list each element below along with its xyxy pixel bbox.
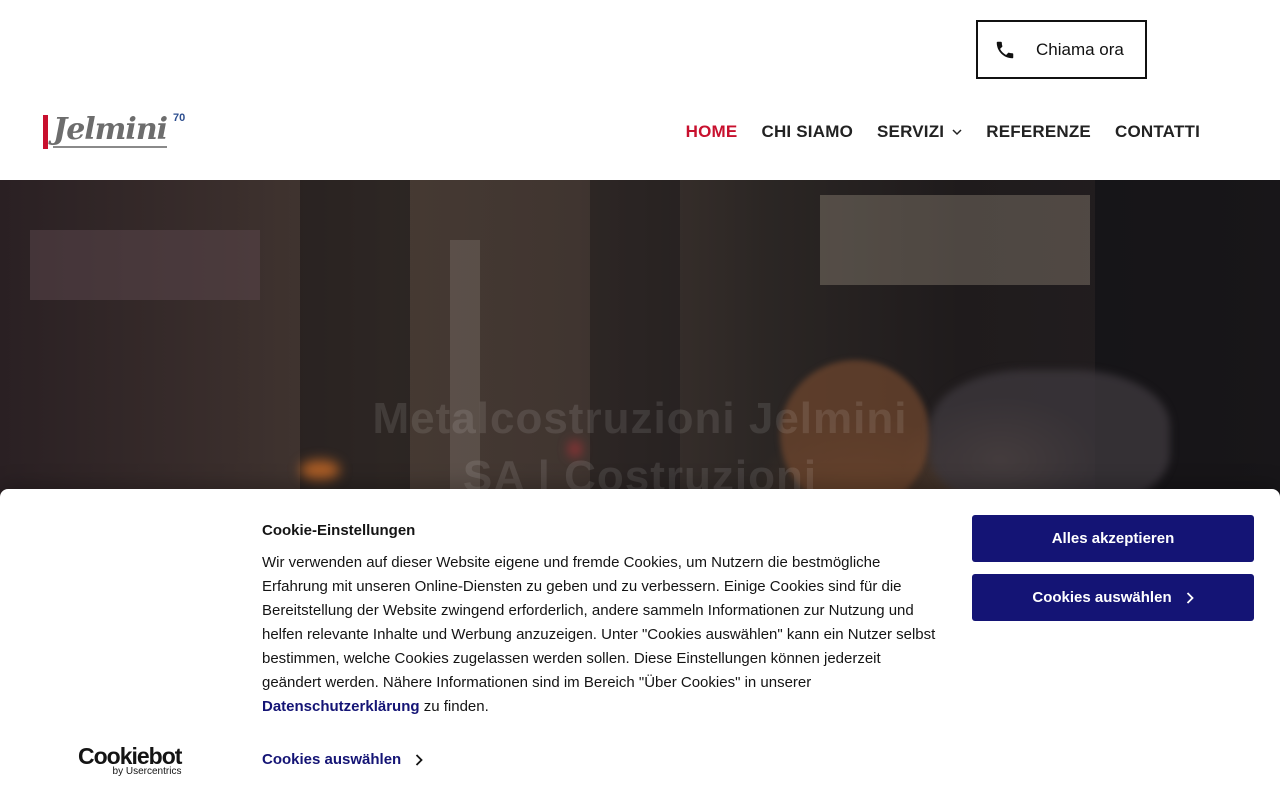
select-cookies-label: Cookies auswählen: [1032, 589, 1172, 606]
cookie-banner: Cookie-Einstellungen Wir verwenden auf d…: [0, 489, 1280, 800]
hero-title-line1: Metalcostruzioni Jelmini: [372, 394, 908, 443]
nav-chi-siamo-label: CHI SIAMO: [761, 122, 853, 141]
cookiebot-name: Cookiebot: [78, 743, 182, 769]
call-now-label: Chiama ora: [1036, 39, 1124, 59]
nav-home[interactable]: HOME: [686, 122, 738, 142]
nav-chi-siamo[interactable]: CHI SIAMO: [761, 122, 853, 142]
privacy-policy-link[interactable]: Datenschutzerklärung: [262, 698, 420, 715]
cookie-text-end: zu finden.: [419, 698, 489, 715]
company-logo[interactable]: Jelmini 70: [43, 110, 243, 154]
chevron-down-icon: [952, 129, 962, 136]
cookiebot-logo: Cookiebot by Usercentrics: [78, 743, 182, 777]
page: Chiama ora Jelmini 70 HOME CHI SIAMO SER…: [0, 0, 1280, 800]
nav-contatti-label: CONTATTI: [1114, 122, 1200, 141]
cookie-title: Cookie-Einstellungen: [262, 522, 416, 539]
phone-icon: [996, 41, 1014, 58]
logo-anniversary-badge: 70: [173, 112, 186, 124]
nav-home-label: HOME: [685, 122, 738, 141]
chevron-right-icon: [1186, 591, 1194, 604]
logo-wordmark: Jelmini: [53, 112, 168, 148]
accept-all-button[interactable]: Alles akzeptieren: [972, 515, 1254, 562]
hero-bg-window: [820, 195, 1090, 285]
chevron-right-icon: [416, 753, 423, 766]
select-cookies-button[interactable]: Cookies auswählen: [972, 574, 1254, 621]
select-cookies-link[interactable]: Cookies auswählen: [262, 751, 423, 768]
nav-servizi[interactable]: SERVIZI: [877, 122, 962, 142]
main-nav: HOME CHI SIAMO SERVIZI REFERENZE CONTATT…: [686, 122, 1200, 142]
nav-contatti[interactable]: CONTATTI: [1115, 122, 1200, 142]
select-cookies-link-label: Cookies auswählen: [262, 751, 402, 768]
nav-referenze-label: REFERENZE: [986, 122, 1091, 141]
cookie-text: Wir verwenden auf dieser Website eigene …: [262, 551, 942, 719]
cookie-text-body: Wir verwenden auf dieser Website eigene …: [262, 554, 936, 691]
nav-referenze[interactable]: REFERENZE: [986, 122, 1091, 142]
hero-bg-window: [30, 230, 260, 300]
call-now-button[interactable]: Chiama ora: [976, 20, 1147, 79]
logo-red-bar: [43, 115, 48, 149]
nav-servizi-label: SERVIZI: [877, 122, 945, 141]
accept-all-label: Alles akzeptieren: [1051, 530, 1175, 547]
